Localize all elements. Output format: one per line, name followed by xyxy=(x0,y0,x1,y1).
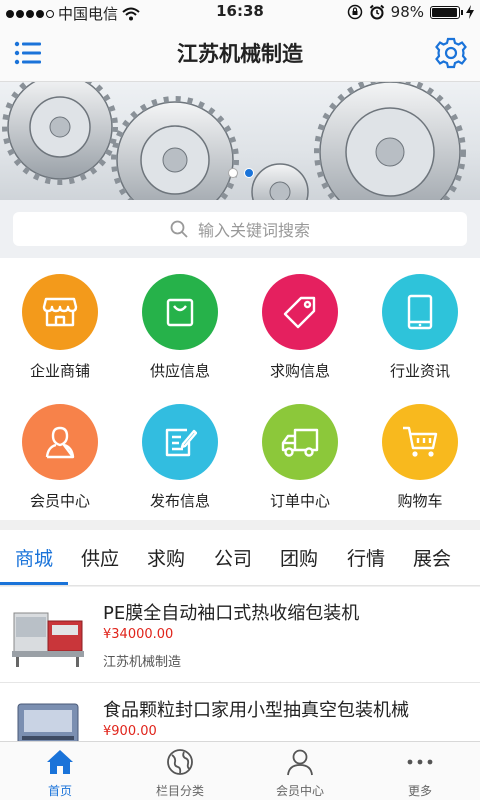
home-icon xyxy=(47,750,73,774)
category-publish[interactable]: 发布信息 xyxy=(120,388,240,518)
search-placeholder: 输入关键词搜索 xyxy=(197,221,310,240)
gears-banner-image xyxy=(2,82,466,200)
category-member[interactable]: 会员中心 xyxy=(0,388,120,518)
battery-icon xyxy=(430,5,463,19)
charging-icon xyxy=(466,5,474,19)
category-icon-bg xyxy=(262,274,338,350)
shopping-bag-icon xyxy=(166,298,194,327)
product-name: PE膜全自动袖口式热收缩包装机 xyxy=(103,603,360,624)
category-icon-bg xyxy=(22,404,98,480)
truck-icon xyxy=(281,428,319,457)
category-icon-bg xyxy=(382,274,458,350)
category-orders[interactable]: 订单中心 xyxy=(240,388,360,518)
banner-carousel[interactable] xyxy=(0,82,480,200)
page-title: 江苏机械制造 xyxy=(177,42,303,66)
tab-mall[interactable]: 商城 xyxy=(4,544,64,571)
product-price: ¥34000.00 xyxy=(103,627,174,642)
carousel-dot[interactable] xyxy=(228,168,238,178)
globe-icon xyxy=(167,749,193,775)
category-icon-bg xyxy=(382,404,458,480)
category-news[interactable]: 行业资讯 xyxy=(360,258,480,388)
carousel-indicators[interactable] xyxy=(228,168,254,178)
product-price: ¥900.00 xyxy=(103,724,157,739)
category-supply[interactable]: 供应信息 xyxy=(120,258,240,388)
tag-icon xyxy=(283,296,316,329)
category-label: 购物车 xyxy=(397,492,443,510)
category-cart[interactable]: 购物车 xyxy=(360,388,480,518)
category-label: 会员中心 xyxy=(29,492,90,510)
tabbar-label: 栏目分类 xyxy=(155,784,204,798)
tabbar-home[interactable]: 首页 xyxy=(0,742,120,800)
cart-icon xyxy=(403,426,438,457)
product-list: PE膜全自动袖口式热收缩包装机 ¥34000.00 江苏机械制造 食品颗粒封口家… xyxy=(0,587,480,741)
user-icon xyxy=(45,426,75,459)
tabbar-label: 首页 xyxy=(47,784,72,798)
search-input[interactable]: 输入关键词搜索 xyxy=(13,212,467,246)
active-tab-indicator xyxy=(0,582,68,585)
product-shop: 江苏机械制造 xyxy=(103,655,182,670)
category-label: 行业资讯 xyxy=(389,362,450,380)
search-area: 输入关键词搜索 xyxy=(0,200,480,258)
alarm-icon xyxy=(369,4,384,20)
settings-button[interactable] xyxy=(434,36,468,70)
category-label: 求购信息 xyxy=(269,362,330,380)
tab-market[interactable]: 行情 xyxy=(336,544,396,571)
category-store[interactable]: 企业商铺 xyxy=(0,258,120,388)
content-tabs: 商城 供应 求购 公司 团购 行情 展会 xyxy=(0,530,480,586)
gear-icon xyxy=(435,37,467,69)
list-item[interactable]: 食品颗粒封口家用小型抽真空包装机械 ¥900.00 xyxy=(0,684,480,741)
status-bar: 中国电信 16:38 98% xyxy=(0,0,480,24)
store-icon xyxy=(42,297,78,327)
category-icon-bg xyxy=(142,274,218,350)
tabbar-label: 更多 xyxy=(407,784,432,798)
list-item[interactable]: PE膜全自动袖口式热收缩包装机 ¥34000.00 江苏机械制造 xyxy=(0,587,480,683)
product-thumbnail xyxy=(17,703,79,741)
orientation-lock-icon xyxy=(347,4,362,20)
category-label: 订单中心 xyxy=(269,492,330,510)
tab-exhibition[interactable]: 展会 xyxy=(402,544,462,571)
product-name: 食品颗粒封口家用小型抽真空包装机械 xyxy=(103,700,409,721)
battery-percent: 98% xyxy=(390,3,424,21)
tabbar-label: 会员中心 xyxy=(275,784,324,798)
tab-purchase[interactable]: 求购 xyxy=(136,544,196,571)
user-icon xyxy=(287,749,313,776)
nav-bar: 江苏机械制造 xyxy=(0,24,480,82)
more-icon xyxy=(407,759,433,765)
category-icon-bg xyxy=(22,274,98,350)
tabbar-member[interactable]: 会员中心 xyxy=(240,742,360,800)
category-icon-bg xyxy=(142,404,218,480)
tab-company[interactable]: 公司 xyxy=(203,544,263,571)
edit-icon xyxy=(165,428,197,457)
tab-supply[interactable]: 供应 xyxy=(70,544,130,571)
bottom-tab-bar: 首页 栏目分类 会员中心 更多 xyxy=(0,741,480,800)
tabbar-categories[interactable]: 栏目分类 xyxy=(120,742,240,800)
search-icon xyxy=(170,220,188,238)
product-thumbnail xyxy=(12,612,84,667)
category-icon-bg xyxy=(262,404,338,480)
category-label: 发布信息 xyxy=(149,492,210,510)
category-grid: 企业商铺 供应信息 求购信息 行业资讯 会员中心 发布信息 订单中心 购物车 xyxy=(0,258,480,520)
category-label: 供应信息 xyxy=(149,362,210,380)
tabbar-more[interactable]: 更多 xyxy=(360,742,480,800)
tab-group-buy[interactable]: 团购 xyxy=(269,544,329,571)
category-purchase[interactable]: 求购信息 xyxy=(240,258,360,388)
status-right: 98% xyxy=(347,3,474,21)
tablet-icon xyxy=(407,294,433,330)
category-label: 企业商铺 xyxy=(29,362,90,380)
carousel-dot-active[interactable] xyxy=(244,168,254,178)
